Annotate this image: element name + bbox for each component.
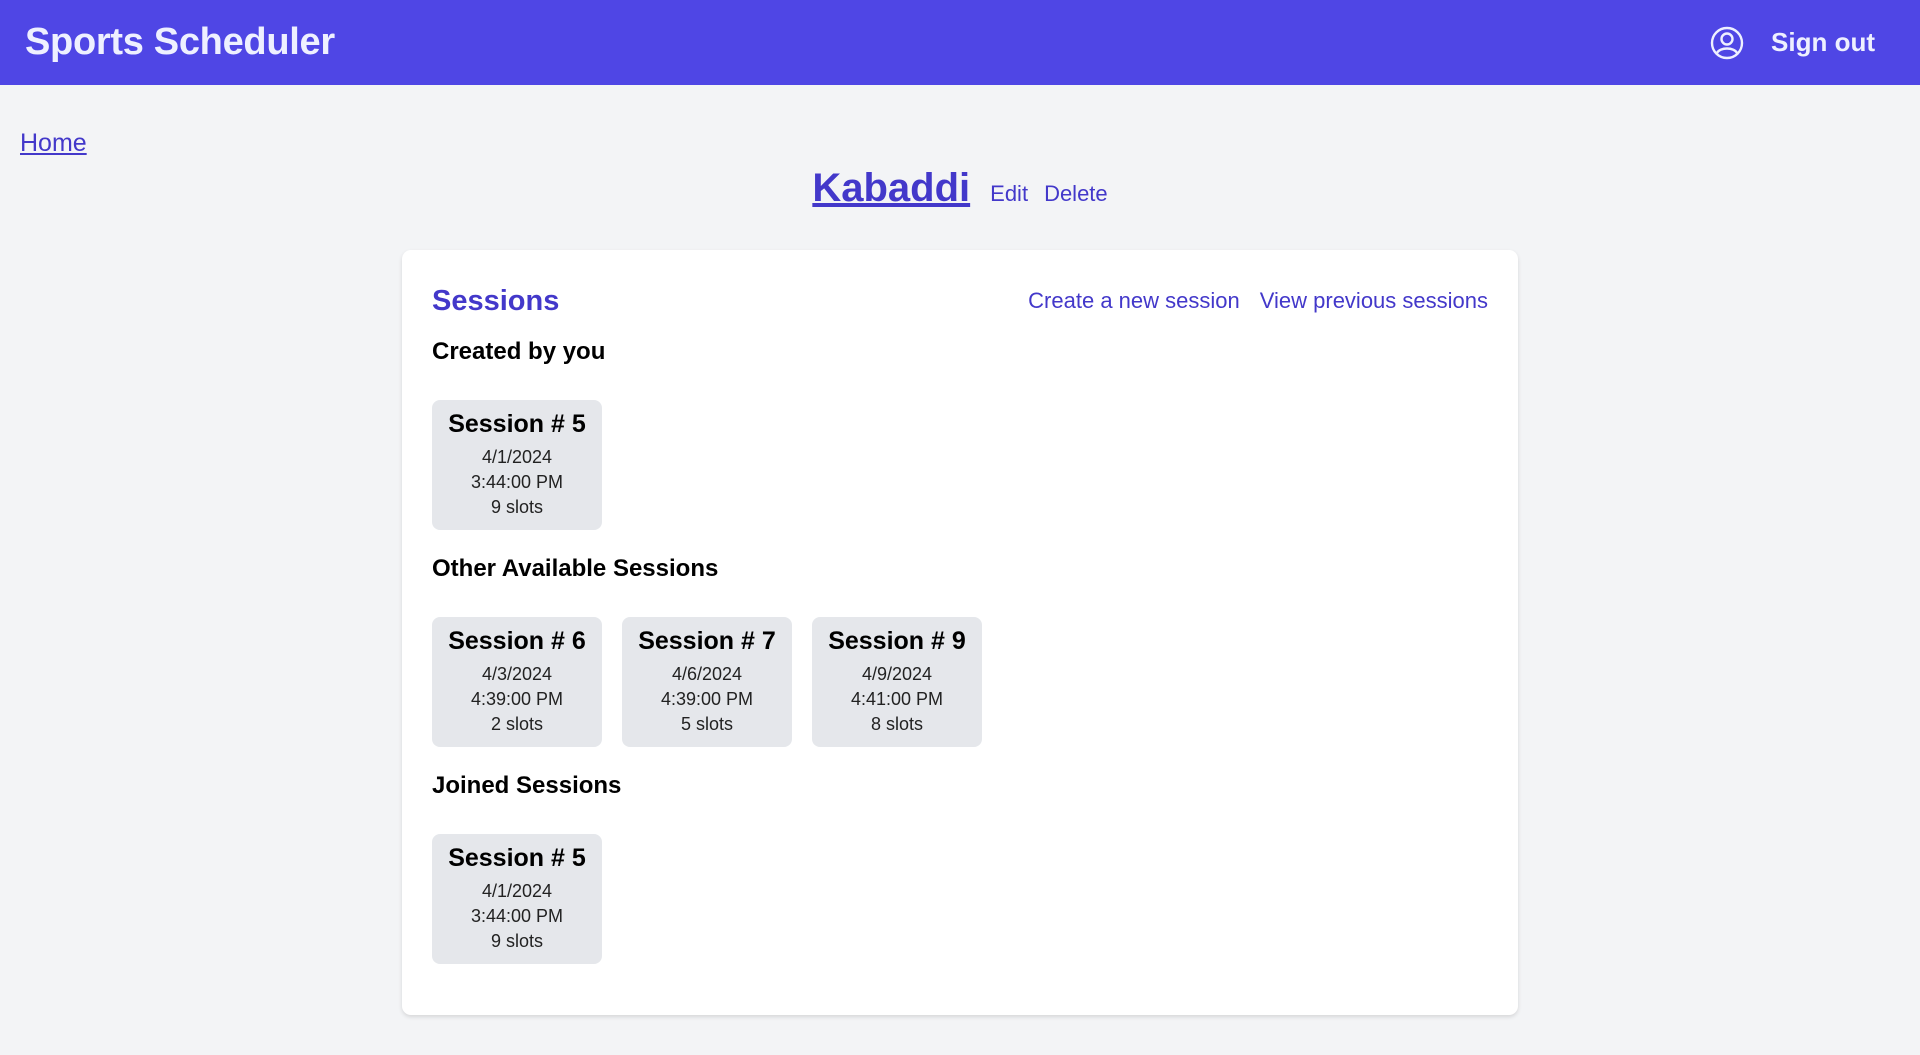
session-tile[interactable]: Session # 6 4/3/2024 4:39:00 PM 2 slots	[432, 617, 602, 747]
joined-sessions-list: Session # 5 4/1/2024 3:44:00 PM 9 slots	[432, 834, 1488, 964]
view-previous-sessions-link[interactable]: View previous sessions	[1260, 288, 1488, 314]
sport-title-row: Kabaddi Edit Delete	[0, 166, 1920, 211]
session-time: 4:41:00 PM	[850, 689, 944, 709]
created-by-you-heading: Created by you	[432, 338, 606, 365]
sessions-header: Sessions Create a new session View previ…	[432, 280, 1488, 322]
session-date: 4/1/2024	[481, 447, 553, 467]
create-session-link[interactable]: Create a new session	[1028, 288, 1240, 314]
sport-title[interactable]: Kabaddi	[812, 166, 970, 211]
session-slots: 5 slots	[680, 714, 734, 734]
user-circle-icon[interactable]	[1709, 25, 1745, 61]
session-name: Session # 7	[638, 627, 776, 655]
session-time: 3:44:00 PM	[470, 906, 564, 926]
session-name: Session # 6	[448, 627, 586, 655]
edit-sport-link[interactable]: Edit	[990, 181, 1028, 207]
other-available-list: Session # 6 4/3/2024 4:39:00 PM 2 slots …	[432, 617, 1488, 747]
session-time: 4:39:00 PM	[660, 689, 754, 709]
sign-out-button[interactable]: Sign out	[1771, 27, 1875, 58]
session-tile[interactable]: Session # 9 4/9/2024 4:41:00 PM 8 slots	[812, 617, 982, 747]
app-title: Sports Scheduler	[25, 21, 335, 63]
sessions-card: Sessions Create a new session View previ…	[402, 250, 1518, 1015]
topbar-actions: Sign out	[1709, 25, 1875, 61]
other-available-heading: Other Available Sessions	[432, 555, 719, 582]
session-name: Session # 9	[828, 627, 966, 655]
session-name: Session # 5	[448, 844, 586, 872]
session-tile[interactable]: Session # 7 4/6/2024 4:39:00 PM 5 slots	[622, 617, 792, 747]
sessions-title: Sessions	[432, 284, 560, 317]
session-date: 4/6/2024	[671, 664, 743, 684]
session-time: 3:44:00 PM	[470, 472, 564, 492]
session-date: 4/9/2024	[861, 664, 933, 684]
joined-sessions-heading: Joined Sessions	[432, 772, 622, 799]
session-tile[interactable]: Session # 5 4/1/2024 3:44:00 PM 9 slots	[432, 834, 602, 964]
session-slots: 9 slots	[490, 931, 544, 951]
session-name: Session # 5	[448, 410, 586, 438]
session-date: 4/1/2024	[481, 881, 553, 901]
session-time: 4:39:00 PM	[470, 689, 564, 709]
home-link[interactable]: Home	[20, 129, 87, 158]
session-slots: 2 slots	[490, 714, 544, 734]
delete-sport-link[interactable]: Delete	[1044, 181, 1108, 207]
session-slots: 8 slots	[870, 714, 924, 734]
created-by-you-list: Session # 5 4/1/2024 3:44:00 PM 9 slots	[432, 400, 1488, 530]
session-tile[interactable]: Session # 5 4/1/2024 3:44:00 PM 9 slots	[432, 400, 602, 530]
session-date: 4/3/2024	[481, 664, 553, 684]
top-bar: Sports Scheduler Sign out	[0, 0, 1920, 85]
session-slots: 9 slots	[490, 497, 544, 517]
sessions-actions: Create a new session View previous sessi…	[1028, 288, 1488, 314]
